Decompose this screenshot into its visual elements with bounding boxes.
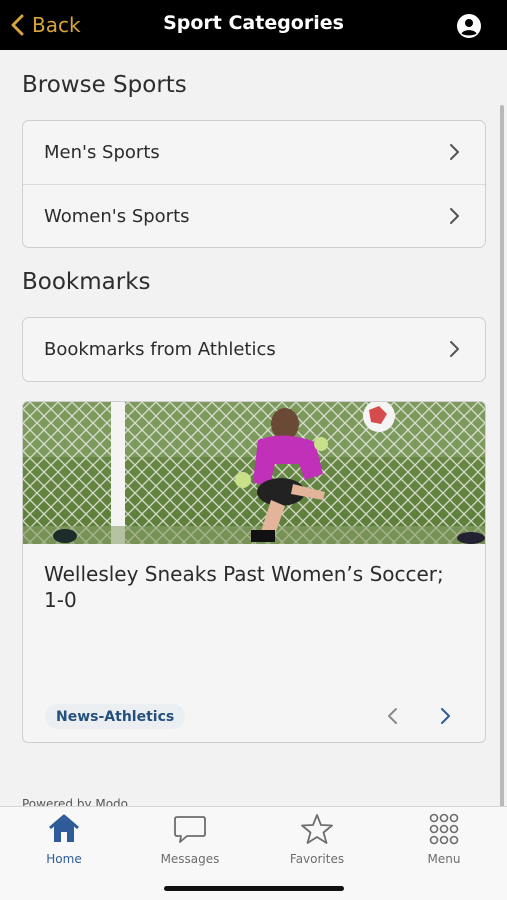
scrollbar[interactable] bbox=[500, 105, 504, 806]
chevron-right-icon bbox=[450, 144, 459, 160]
list-item-label: Men's Sports bbox=[44, 142, 160, 163]
star-icon bbox=[301, 814, 333, 844]
tab-label: Favorites bbox=[289, 852, 345, 866]
bookmarks-athletics-item[interactable]: Bookmarks from Athletics bbox=[23, 318, 485, 381]
browse-sports-list: Men's Sports Women's Sports bbox=[22, 120, 486, 248]
chevron-right-icon bbox=[450, 208, 459, 224]
chat-bubble-icon bbox=[174, 816, 206, 843]
back-label: Back bbox=[32, 13, 81, 37]
news-headline: Wellesley Sneaks Past Women’s Soccer; 1-… bbox=[44, 562, 444, 612]
womens-sports-item[interactable]: Women's Sports bbox=[23, 184, 485, 247]
tab-label: Messages bbox=[160, 852, 220, 866]
bookmarks-list: Bookmarks from Athletics bbox=[22, 317, 486, 382]
tab-label: Menu bbox=[427, 852, 461, 866]
news-card[interactable]: Wellesley Sneaks Past Women’s Soccer; 1-… bbox=[22, 401, 486, 743]
tab-home[interactable]: Home bbox=[14, 813, 114, 871]
chevron-right-icon[interactable] bbox=[433, 704, 457, 728]
content-area[interactable]: Browse Sports Men's Sports Women's Sport… bbox=[0, 50, 507, 806]
user-circle-icon[interactable] bbox=[457, 14, 481, 38]
tab-label: Home bbox=[46, 852, 82, 866]
home-icon bbox=[49, 814, 79, 842]
mens-sports-item[interactable]: Men's Sports bbox=[23, 121, 485, 184]
powered-by-text: Powered by Modo bbox=[22, 797, 129, 806]
browse-sports-heading: Browse Sports bbox=[22, 72, 187, 98]
home-indicator[interactable] bbox=[164, 886, 344, 891]
grid-dots-icon bbox=[429, 813, 459, 845]
chevron-left-icon bbox=[11, 14, 24, 36]
tab-menu[interactable]: Menu bbox=[394, 813, 494, 871]
news-category-tag[interactable]: News-Athletics bbox=[45, 704, 186, 729]
top-nav-bar: Back Sport Categories bbox=[0, 0, 507, 50]
chevron-right-icon bbox=[450, 341, 459, 357]
chevron-left-icon[interactable] bbox=[381, 704, 405, 728]
tab-favorites[interactable]: Favorites bbox=[267, 813, 367, 871]
bottom-tab-bar: Home Messages Favorites Menu bbox=[0, 806, 507, 900]
list-item-label: Women's Sports bbox=[44, 205, 190, 227]
list-item-label: Bookmarks from Athletics bbox=[44, 339, 276, 360]
soccer-goalkeeper-photo bbox=[23, 402, 485, 544]
tab-messages[interactable]: Messages bbox=[140, 813, 240, 871]
bookmarks-heading: Bookmarks bbox=[22, 269, 151, 295]
back-button[interactable]: Back bbox=[10, 9, 81, 41]
